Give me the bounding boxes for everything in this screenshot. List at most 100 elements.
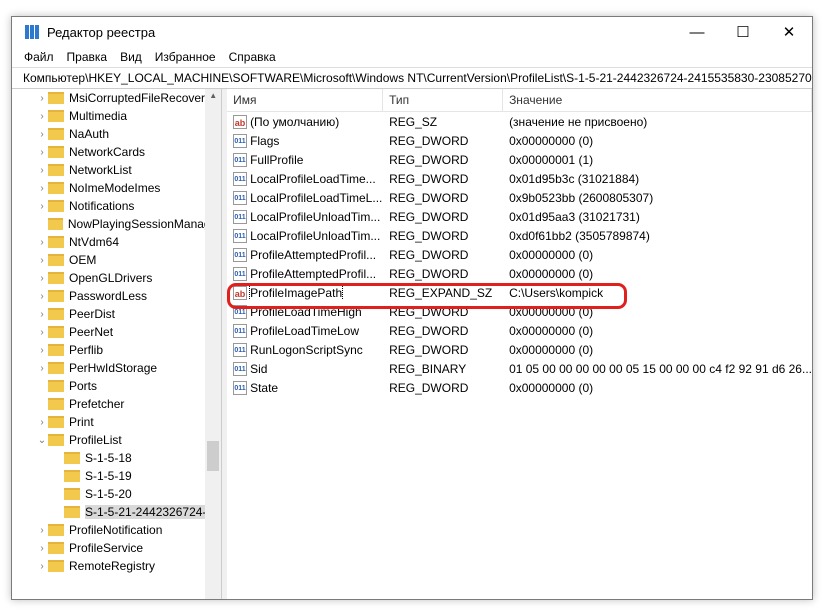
- column-type[interactable]: Тип: [383, 89, 504, 111]
- value-type: REG_DWORD: [389, 152, 469, 167]
- value-row[interactable]: 011 State REG_DWORD 0x00000000 (0): [227, 378, 812, 397]
- tree-item[interactable]: › PerHwIdStorage: [12, 359, 221, 377]
- value-row[interactable]: 011 LocalProfileUnloadTim... REG_DWORD 0x01…: [227, 207, 812, 226]
- tree-item[interactable]: › PasswordLess: [12, 287, 221, 305]
- folder-icon: [64, 506, 80, 518]
- value-name-cell: 011 Flags: [227, 133, 383, 148]
- value-row[interactable]: 011 ProfileLoadTimeLow REG_DWORD 0x00000000…: [227, 321, 812, 340]
- folder-icon: [48, 380, 64, 392]
- binary-value-icon: 011: [233, 380, 248, 395]
- tree-item[interactable]: › PeerNet: [12, 323, 221, 341]
- tree-item[interactable]: NowPlayingSessionManager: [12, 215, 221, 233]
- binary-value-icon: 011: [233, 228, 248, 243]
- value-name-cell: 011 LocalProfileLoadTime...: [227, 171, 383, 186]
- value-row[interactable]: 011 Flags REG_DWORD 0x00000000 (0): [227, 131, 812, 150]
- expand-chevron-icon[interactable]: ›: [36, 165, 48, 176]
- folder-icon: [64, 452, 80, 464]
- expand-chevron-icon[interactable]: ›: [36, 327, 48, 338]
- expand-chevron-icon[interactable]: ›: [36, 111, 48, 122]
- tree-item-label: S-1-5-18: [85, 451, 132, 465]
- tree-item[interactable]: › ProfileService: [12, 539, 221, 557]
- scroll-up-icon[interactable]: ▲: [209, 91, 217, 100]
- tree-item[interactable]: › Multimedia: [12, 107, 221, 125]
- tree-item[interactable]: S-1-5-19: [12, 467, 221, 485]
- tree-item[interactable]: ⌄ ProfileList: [12, 431, 221, 449]
- tree-item[interactable]: Ports: [12, 377, 221, 395]
- expand-chevron-icon[interactable]: ›: [36, 273, 48, 284]
- value-name: ProfileAttemptedProfil...: [250, 266, 377, 281]
- tree-item[interactable]: S-1-5-21-2442326724-24: [12, 503, 221, 521]
- scrollbar-thumb[interactable]: [207, 441, 220, 471]
- menu-item[interactable]: Файл: [24, 50, 54, 64]
- expand-chevron-icon[interactable]: ›: [36, 93, 48, 104]
- value-row[interactable]: 011 LocalProfileUnloadTim... REG_DWORD 0xd0…: [227, 226, 812, 245]
- tree-item[interactable]: › ProfileNotification: [12, 521, 221, 539]
- value-row[interactable]: 011 RunLogonScriptSync REG_DWORD 0x00000000…: [227, 340, 812, 359]
- value-name: LocalProfileLoadTimeL...: [250, 190, 383, 205]
- tree-item[interactable]: › Notifications: [12, 197, 221, 215]
- tree-item[interactable]: › Perflib: [12, 341, 221, 359]
- tree-item-label: Ports: [69, 379, 98, 393]
- menu-item[interactable]: Справка: [229, 50, 276, 64]
- tree-item[interactable]: Prefetcher: [12, 395, 221, 413]
- tree-item[interactable]: › NtVdm64: [12, 233, 221, 251]
- expand-chevron-icon[interactable]: ›: [36, 291, 48, 302]
- minimize-button[interactable]: —: [674, 24, 720, 41]
- expand-chevron-icon[interactable]: ›: [36, 255, 48, 266]
- tree-item[interactable]: › NetworkList: [12, 161, 221, 179]
- menu-item[interactable]: Вид: [120, 50, 142, 64]
- close-button[interactable]: ✕: [766, 23, 812, 41]
- expand-chevron-icon[interactable]: ›: [36, 543, 48, 554]
- value-data: 0x00000000 (0): [509, 380, 594, 395]
- expand-chevron-icon[interactable]: ›: [36, 309, 48, 320]
- tree-item[interactable]: › RemoteRegistry: [12, 557, 221, 575]
- tree-item-label: NetworkList: [69, 163, 132, 177]
- column-value[interactable]: Значение: [503, 89, 812, 111]
- tree-item[interactable]: › Print: [12, 413, 221, 431]
- expand-chevron-icon[interactable]: ›: [36, 363, 48, 374]
- menu-item[interactable]: Правка: [67, 50, 108, 64]
- key-tree: › MsiCorruptedFileRecovery › Multimedia › NaA…: [12, 89, 223, 599]
- expand-chevron-icon[interactable]: ›: [36, 183, 48, 194]
- tree-item[interactable]: S-1-5-20: [12, 485, 221, 503]
- tree-item[interactable]: › OpenGLDrivers: [12, 269, 221, 287]
- expand-chevron-icon[interactable]: ›: [36, 525, 48, 536]
- tree-item-label: ProfileService: [69, 541, 144, 555]
- maximize-button[interactable]: ☐: [720, 23, 766, 41]
- value-row[interactable]: 011 ProfileAttemptedProfil... REG_DWORD 0x0…: [227, 245, 812, 264]
- address-bar[interactable]: Компьютер\HKEY_LOCAL_MACHINE\SOFTWARE\Mi…: [12, 67, 812, 89]
- expand-chevron-icon[interactable]: ›: [36, 561, 48, 572]
- value-row[interactable]: 011 FullProfile REG_DWORD 0x00000001 (1): [227, 150, 812, 169]
- tree-item[interactable]: › NetworkCards: [12, 143, 221, 161]
- value-row[interactable]: 011 LocalProfileLoadTimeL... REG_DWORD 0x9b…: [227, 188, 812, 207]
- expand-chevron-icon[interactable]: ›: [36, 417, 48, 428]
- expand-chevron-icon[interactable]: ›: [36, 147, 48, 158]
- value-name-cell: 011 LocalProfileUnloadTim...: [227, 228, 383, 243]
- folder-icon: [48, 398, 64, 410]
- value-row[interactable]: ab (По умолчанию) REG_SZ (значение не присв…: [227, 112, 812, 131]
- value-row[interactable]: 011 ProfileAttemptedProfil... REG_DWORD 0x0…: [227, 264, 812, 283]
- tree-item[interactable]: S-1-5-18: [12, 449, 221, 467]
- tree-item[interactable]: › PeerDist: [12, 305, 221, 323]
- tree-item[interactable]: › OEM: [12, 251, 221, 269]
- folder-icon: [48, 164, 64, 176]
- tree-item[interactable]: › NaAuth: [12, 125, 221, 143]
- tree-scrollbar[interactable]: ▲: [205, 89, 222, 599]
- value-row[interactable]: 011 LocalProfileLoadTime... REG_DWORD 0x01d…: [227, 169, 812, 188]
- column-name[interactable]: Имя: [227, 89, 384, 111]
- menu-item[interactable]: Избранное: [155, 50, 216, 64]
- expand-chevron-icon[interactable]: ›: [36, 129, 48, 140]
- expand-chevron-icon[interactable]: ›: [36, 345, 48, 356]
- values-list: Имя Тип Значение ab (По умолчанию) REG_SZ (…: [227, 89, 812, 599]
- value-row[interactable]: 011 Sid REG_BINARY 01 05 00 00 00 00 00 05 …: [227, 359, 812, 378]
- value-type: REG_DWORD: [389, 247, 469, 262]
- tree-item[interactable]: › NoImeModeImes: [12, 179, 221, 197]
- tree-item-label: PeerDist: [69, 307, 116, 321]
- value-type: REG_DWORD: [389, 133, 469, 148]
- tree-item[interactable]: › MsiCorruptedFileRecovery: [12, 89, 221, 107]
- folder-icon: [48, 542, 64, 554]
- expand-chevron-icon[interactable]: ›: [36, 237, 48, 248]
- expand-chevron-icon[interactable]: ›: [36, 201, 48, 212]
- value-name-cell: 011 State: [227, 380, 383, 395]
- expand-chevron-icon[interactable]: ⌄: [36, 435, 48, 446]
